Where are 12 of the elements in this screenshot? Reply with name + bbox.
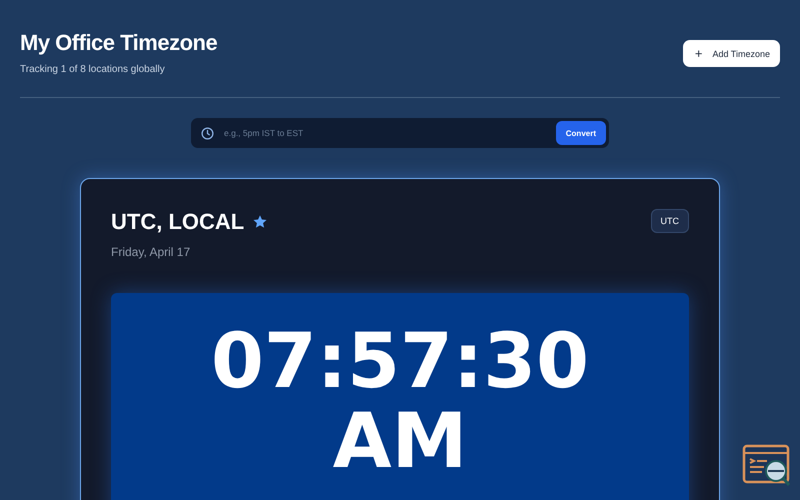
- page-subtitle: Tracking 1 of 8 locations globally: [20, 64, 165, 75]
- browser-search-icon[interactable]: [742, 444, 792, 488]
- star-icon[interactable]: [252, 214, 268, 230]
- add-timezone-button[interactable]: + Add Timezone: [682, 40, 780, 67]
- clock-time: 07:57:30 AM: [210, 321, 590, 487]
- timezone-badge: UTC: [650, 209, 689, 233]
- page-title: My Office Timezone: [20, 30, 218, 56]
- date-text: Friday, April 17: [111, 245, 190, 259]
- convert-button[interactable]: Convert: [556, 121, 606, 145]
- clock-icon: [201, 126, 214, 140]
- convert-field[interactable]: e.g., 5pm IST to EST Convert: [191, 118, 609, 148]
- timezone-name: UTC, LOCAL: [111, 209, 244, 235]
